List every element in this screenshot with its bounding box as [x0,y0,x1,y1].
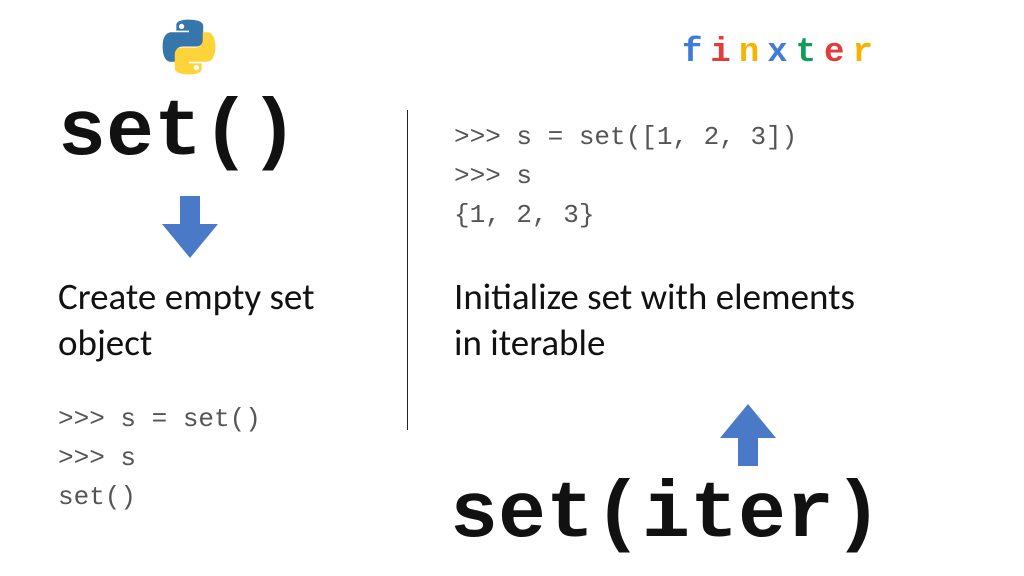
vertical-divider [407,110,408,430]
finxter-letter: f [682,34,710,72]
finxter-letter: n [739,34,767,72]
finxter-letter: r [852,34,880,72]
empty-set-description: Create empty set object [58,274,388,367]
finxter-letter: i [710,34,738,72]
set-iter-heading: set(iter) [450,470,882,561]
arrow-down-icon [160,196,220,263]
iterable-set-description: Initialize set with elements in iterable [454,274,874,367]
python-logo-icon [160,18,218,81]
finxter-letter: t [796,34,824,72]
empty-set-code-example: >>> s = set() >>> s set() [58,400,261,517]
finxter-letter: x [767,34,795,72]
iterable-set-code-example: >>> s = set([1, 2, 3]) >>> s {1, 2, 3} [454,118,797,235]
arrow-up-icon [718,404,778,471]
finxter-logo: finxter [682,34,881,72]
finxter-letter: e [824,34,852,72]
set-empty-heading: set() [58,88,298,179]
